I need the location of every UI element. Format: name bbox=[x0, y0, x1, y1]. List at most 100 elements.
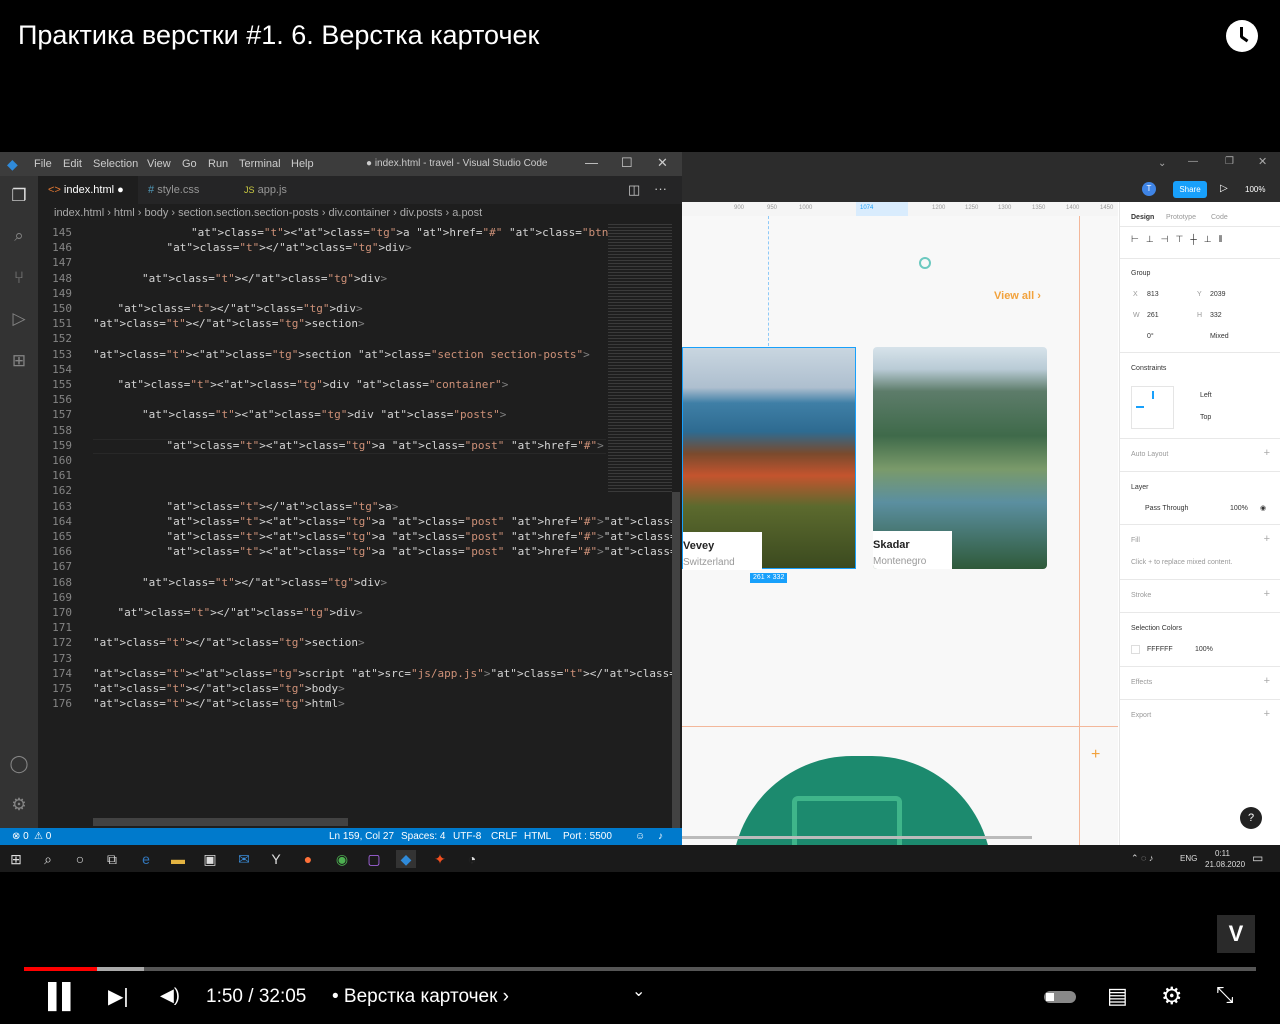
breadcrumb-item[interactable]: div.posts bbox=[400, 207, 443, 219]
code-line[interactable]: "at">class="t"></"at">class="tg">div> bbox=[142, 272, 387, 285]
account-icon[interactable]: ◯ bbox=[8, 753, 30, 775]
avatar[interactable]: T bbox=[1142, 182, 1156, 196]
tray-date[interactable]: 21.08.2020 bbox=[1205, 860, 1245, 869]
obs-icon[interactable]: ▢ bbox=[364, 850, 384, 868]
file-explorer-icon[interactable]: ▬ bbox=[168, 850, 188, 868]
watch-later-icon[interactable] bbox=[1226, 20, 1258, 52]
cortana-icon[interactable]: ○ bbox=[70, 850, 90, 868]
menu-go[interactable]: Go bbox=[182, 158, 197, 170]
code-editor[interactable]: 145 "at">class="t"><"at">class="tg">a "at… bbox=[38, 222, 986, 822]
firefox-icon[interactable]: ● bbox=[298, 850, 318, 868]
close-icon[interactable]: ✕ bbox=[1258, 155, 1267, 168]
notifications-icon[interactable]: ▭ bbox=[1252, 851, 1263, 865]
volume-icon[interactable]: ◀) bbox=[160, 985, 180, 1006]
settings-gear-icon[interactable]: ⚙ bbox=[8, 794, 30, 816]
code-line[interactable]: "at">class="t"><"at">class="tg">section … bbox=[93, 348, 590, 361]
code-line[interactable]: "at">class="t"></"at">class="tg">section… bbox=[93, 317, 365, 330]
code-line[interactable]: "at">class="t"></"at">class="tg">a> bbox=[167, 500, 399, 513]
color-swatch[interactable] bbox=[1131, 645, 1140, 654]
edge-icon[interactable]: e bbox=[136, 850, 156, 868]
tab-index-html[interactable]: <> index.html ● bbox=[38, 176, 138, 204]
chevron-down-icon[interactable]: ⌄ bbox=[1158, 158, 1166, 169]
eye-icon[interactable]: ◉ bbox=[1260, 504, 1266, 512]
figma-icon[interactable]: ✦ bbox=[430, 850, 450, 868]
radius-field[interactable]: Mixed bbox=[1210, 333, 1229, 340]
channel-watermark-logo[interactable]: V bbox=[1217, 915, 1255, 953]
add-icon[interactable]: + bbox=[1264, 533, 1270, 545]
next-icon[interactable]: ▶| bbox=[108, 984, 129, 1009]
clock-app-icon[interactable]: ◔ bbox=[462, 850, 482, 868]
menu-help[interactable]: Help bbox=[291, 158, 314, 170]
progress-bar[interactable] bbox=[24, 967, 1256, 971]
constraint-vertical[interactable]: Top bbox=[1200, 414, 1211, 421]
chevron-down-icon[interactable]: ⌄ bbox=[632, 981, 645, 1001]
autoplay-toggle[interactable] bbox=[1044, 991, 1076, 1003]
pause-icon[interactable]: ▌▌ bbox=[48, 983, 79, 1011]
eol[interactable]: CRLF bbox=[491, 828, 517, 845]
code-line[interactable]: "at">class="t"></"at">class="tg">div> bbox=[167, 241, 412, 254]
blend-mode-select[interactable]: Pass Through bbox=[1145, 505, 1188, 512]
group-label[interactable]: Group bbox=[1131, 270, 1150, 277]
code-line[interactable]: "at">class="t"></"at">class="tg">div> bbox=[142, 576, 387, 589]
menu-file[interactable]: File bbox=[34, 158, 52, 170]
warnings-count[interactable]: ⚠ 0 bbox=[34, 828, 51, 845]
code-line[interactable]: "at">class="t"></"at">class="tg">html> bbox=[93, 697, 345, 710]
breadcrumb-item[interactable]: section.section.section-posts bbox=[178, 207, 319, 219]
code-line[interactable]: "at">class="t"></"at">class="tg">body> bbox=[93, 682, 345, 695]
menu-selection[interactable]: Selection bbox=[93, 158, 138, 170]
code-line[interactable]: "at">class="t"></"at">class="tg">div> bbox=[118, 606, 363, 619]
add-icon[interactable]: + bbox=[1264, 588, 1270, 600]
exit-fullscreen-icon[interactable]: ⤡ bbox=[1216, 982, 1234, 1008]
search-icon[interactable]: ⌕ bbox=[38, 850, 58, 868]
menu-view[interactable]: View bbox=[147, 158, 171, 170]
yandex-icon[interactable]: Y bbox=[266, 850, 286, 868]
canvas-scrollbar[interactable] bbox=[682, 836, 1032, 839]
vscode-taskbar-icon[interactable]: ◆ bbox=[396, 850, 416, 868]
mail-icon[interactable]: ✉ bbox=[234, 850, 254, 868]
horizontal-scrollbar-thumb[interactable] bbox=[93, 818, 348, 826]
code-line[interactable]: "at">class="t"><"at">class="tg">script "… bbox=[93, 667, 755, 680]
feedback-icon[interactable]: ☺ bbox=[635, 828, 645, 845]
align-tools[interactable]: ⊢⊥⊣⊤┼⊥⫴ bbox=[1131, 234, 1229, 245]
share-button[interactable]: Share bbox=[1173, 181, 1207, 198]
minimize-icon[interactable]: — bbox=[1188, 156, 1198, 167]
cursor-position[interactable]: Ln 159, Col 27 bbox=[329, 828, 394, 845]
auto-layout-header[interactable]: Auto Layout bbox=[1131, 451, 1168, 458]
run-debug-icon[interactable]: ▷ bbox=[8, 308, 30, 330]
settings-gear-icon[interactable]: ⚙ bbox=[1161, 982, 1183, 1011]
breadcrumb-item[interactable]: index.html bbox=[54, 207, 104, 219]
restore-icon[interactable]: ❐ bbox=[1225, 156, 1234, 167]
extensions-icon[interactable]: ⊞ bbox=[8, 350, 30, 372]
explorer-icon[interactable]: ❐ bbox=[8, 185, 30, 207]
subtitles-icon[interactable]: ▤ bbox=[1107, 983, 1128, 1009]
tab-code[interactable]: Code bbox=[1211, 214, 1228, 221]
view-all-link[interactable]: View all › bbox=[994, 290, 1041, 302]
tray-time[interactable]: 0:11 bbox=[1215, 849, 1230, 858]
tray-icons[interactable]: ⌃ ◌ ♪ bbox=[1131, 853, 1153, 864]
split-editor-icon[interactable]: ◫ bbox=[628, 182, 640, 198]
chrome-icon[interactable]: ◉ bbox=[332, 850, 352, 868]
minimize-icon[interactable]: — bbox=[585, 155, 598, 170]
source-control-icon[interactable]: ⑂ bbox=[8, 267, 30, 289]
tab-design[interactable]: Design bbox=[1131, 214, 1154, 221]
post-card[interactable]: Vevey Switzerland bbox=[682, 347, 856, 570]
add-plus-icon[interactable]: + bbox=[1091, 746, 1100, 764]
y-field[interactable]: 2039 bbox=[1210, 291, 1226, 298]
h-field[interactable]: 332 bbox=[1210, 312, 1222, 319]
color-hex[interactable]: FFFFFF bbox=[1147, 646, 1173, 653]
tab-app-js[interactable]: JS app.js bbox=[234, 176, 324, 204]
store-icon[interactable]: ▣ bbox=[200, 850, 220, 868]
language-indicator[interactable]: ENG bbox=[1180, 854, 1197, 863]
breadcrumb-item[interactable]: body bbox=[144, 207, 168, 219]
figma-canvas[interactable]: View all › Vevey Switzerland 261 × 332 S… bbox=[682, 216, 1118, 845]
post-card[interactable]: Skadar Montenegro bbox=[873, 347, 1047, 569]
scrollbar-thumb[interactable] bbox=[672, 492, 680, 832]
errors-count[interactable]: ⊗ 0 bbox=[12, 828, 29, 845]
add-icon[interactable]: + bbox=[1264, 675, 1270, 687]
code-line[interactable]: "at">class="t"><"at">class="tg">div "at"… bbox=[118, 378, 509, 391]
rotation-field[interactable]: 0° bbox=[1147, 333, 1154, 340]
language-mode[interactable]: HTML bbox=[524, 828, 551, 845]
video-title[interactable]: Практика верстки #1. 6. Верстка карточек bbox=[18, 20, 539, 51]
layer-opacity[interactable]: 100% bbox=[1230, 505, 1248, 512]
search-icon[interactable]: ⌕ bbox=[8, 225, 30, 247]
